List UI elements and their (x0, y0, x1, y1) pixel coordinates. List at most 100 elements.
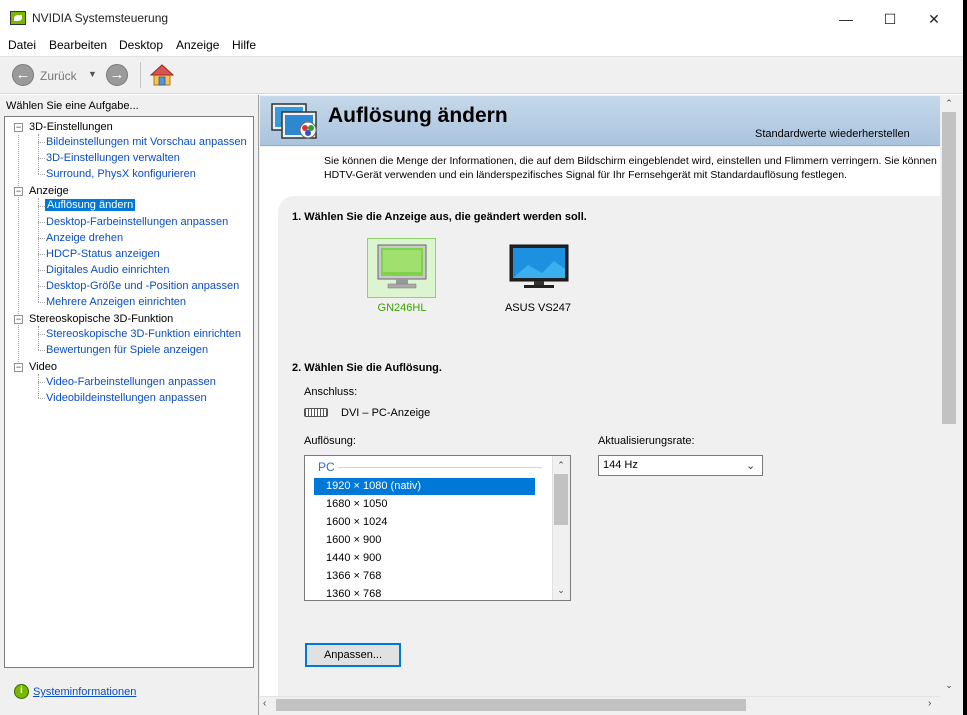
restore-defaults-link[interactable]: Standardwerte wiederherstellen (755, 128, 910, 140)
tree-connector (38, 222, 45, 223)
scroll-down-icon[interactable]: ⌄ (942, 680, 956, 691)
tree-connector (38, 174, 45, 175)
arrow-right-icon: → (109, 66, 125, 83)
resolution-group-header: PC (318, 460, 335, 474)
tree-item-digitales-audio[interactable]: Digitales Audio einrichten (46, 264, 170, 276)
tree-connector (38, 382, 45, 383)
refresh-rate-select[interactable]: 144 Hz (598, 455, 763, 476)
nvidia-app-icon (10, 11, 26, 25)
menu-hilfe[interactable]: Hilfe (232, 38, 256, 52)
forward-button[interactable]: → (106, 64, 128, 86)
tree-item-bildeinstellungen[interactable]: Bildeinstellungen mit Vorschau anpassen (46, 136, 247, 148)
scroll-down-icon[interactable]: ⌄ (554, 585, 568, 596)
display-label-asus-vs247[interactable]: ASUS VS247 (496, 302, 580, 314)
toolbar-separator (140, 62, 141, 88)
tree-collapse-icon[interactable]: − (14, 315, 23, 324)
group-divider (338, 467, 542, 468)
section-select-resolution: 2. Wählen Sie die Auflösung. (292, 362, 442, 374)
tree-connector (38, 142, 45, 143)
window-edge (963, 0, 967, 715)
description-line: HDTV-Gerät verwenden und ein länderspezi… (324, 169, 847, 181)
monitor-icon (377, 244, 427, 289)
dvi-connector-icon (304, 408, 328, 417)
tree-collapse-icon[interactable]: − (14, 187, 23, 196)
tree-item-desktop-groesse[interactable]: Desktop-Größe und -Position anpassen (46, 280, 239, 292)
tree-branch-line (38, 374, 39, 398)
tree-connector (38, 334, 45, 335)
tree-connector (38, 254, 45, 255)
back-history-dropdown-icon[interactable]: ▼ (88, 69, 97, 79)
close-button[interactable]: ✕ (914, 6, 954, 32)
resolution-option[interactable]: 1360 × 768 (314, 586, 535, 600)
tree-connector (38, 398, 45, 399)
display-label-gn246hl[interactable]: GN246HL (360, 302, 444, 314)
scroll-up-icon[interactable]: ⌃ (942, 98, 956, 109)
content-vertical-scroll-thumb[interactable] (942, 112, 956, 424)
tree-item-desktop-farbe[interactable]: Desktop-Farbeinstellungen anpassen (46, 216, 228, 228)
connection-value: DVI – PC-Anzeige (341, 407, 431, 419)
resolution-option[interactable]: 1366 × 768 (314, 568, 535, 585)
tree-category-3d[interactable]: 3D-Einstellungen (29, 121, 113, 133)
tree-item-anzeige-drehen[interactable]: Anzeige drehen (46, 232, 123, 244)
minimize-button[interactable]: — (826, 6, 866, 32)
arrow-left-icon: ← (15, 66, 31, 83)
tree-item-aufloesung-aendern[interactable]: Auflösung ändern (45, 199, 136, 211)
tree-connector (38, 350, 45, 351)
maximize-button[interactable]: ☐ (870, 6, 910, 32)
resolution-option[interactable]: 1600 × 900 (314, 532, 535, 549)
display-resolution-icon (271, 103, 317, 139)
toolbar (0, 56, 963, 94)
tree-item-surround-physx[interactable]: Surround, PhysX konfigurieren (46, 168, 196, 180)
tree-item-3d-verwalten[interactable]: 3D-Einstellungen verwalten (46, 152, 180, 164)
tree-item-video-farbe[interactable]: Video-Farbeinstellungen anpassen (46, 376, 216, 388)
back-button[interactable]: ← (12, 64, 34, 86)
tree-item-videobild[interactable]: Videobildeinstellungen anpassen (46, 392, 207, 404)
tree-connector (38, 270, 45, 271)
tree-category-anzeige[interactable]: Anzeige (29, 185, 69, 197)
menu-bearbeiten[interactable]: Bearbeiten (49, 38, 107, 52)
connection-label: Anschluss: (304, 386, 358, 398)
tree-connector (38, 238, 45, 239)
tree-connector (38, 302, 45, 303)
monitor-icon[interactable] (508, 243, 570, 291)
chevron-down-icon[interactable]: ⌄ (746, 459, 755, 472)
home-icon[interactable] (150, 63, 174, 87)
tree-root-line (18, 135, 19, 368)
tree-item-hdcp-status[interactable]: HDCP-Status anzeigen (46, 248, 160, 260)
tree-branch-line (38, 326, 39, 350)
tree-item-mehrere-anzeigen[interactable]: Mehrere Anzeigen einrichten (46, 296, 186, 308)
resolution-option[interactable]: 1440 × 900 (314, 550, 535, 567)
tree-item-stereo-einrichten[interactable]: Stereoskopische 3D-Funktion einrichten (46, 328, 241, 340)
adjust-button[interactable]: Anpassen... (305, 643, 401, 667)
resolution-option[interactable]: 1680 × 1050 (314, 496, 535, 513)
tree-branch-line (38, 134, 39, 174)
refresh-rate-label: Aktualisierungsrate: (598, 435, 695, 447)
back-label[interactable]: Zurück (40, 69, 77, 83)
resolution-scroll-thumb[interactable] (554, 474, 568, 525)
page-description: Sie können die Menge der Informationen, … (324, 154, 940, 182)
scroll-up-icon[interactable]: ⌃ (554, 460, 568, 471)
scroll-right-icon[interactable]: › (928, 698, 931, 709)
window-title: NVIDIA Systemsteuerung (32, 11, 169, 25)
tree-connector (38, 286, 45, 287)
tree-connector (38, 158, 45, 159)
tree-collapse-icon[interactable]: − (14, 363, 23, 372)
tree-item-spiele-bewertungen[interactable]: Bewertungen für Spiele anzeigen (46, 344, 208, 356)
tree-category-stereo-3d[interactable]: Stereoskopische 3D-Funktion (29, 313, 173, 325)
content-horizontal-scroll-thumb[interactable] (276, 699, 746, 711)
system-info-link[interactable]: Systeminformationen (33, 686, 136, 698)
menu-desktop[interactable]: Desktop (119, 38, 163, 52)
system-info-icon (14, 684, 29, 699)
resolution-label: Auflösung: (304, 435, 356, 447)
resolution-option[interactable]: 1920 × 1080 (nativ) (314, 478, 535, 495)
menu-datei[interactable]: Datei (8, 38, 36, 52)
tree-category-video[interactable]: Video (29, 361, 57, 373)
resolution-option[interactable]: 1600 × 1024 (314, 514, 535, 531)
tree-connector (38, 206, 45, 207)
description-line: Sie können die Menge der Informationen, … (324, 155, 937, 167)
task-panel-header: Wählen Sie eine Aufgabe... (6, 100, 139, 112)
menu-anzeige[interactable]: Anzeige (176, 38, 219, 52)
page-title: Auflösung ändern (328, 104, 508, 127)
tree-collapse-icon[interactable]: − (14, 123, 23, 132)
scroll-left-icon[interactable]: ‹ (263, 698, 266, 709)
